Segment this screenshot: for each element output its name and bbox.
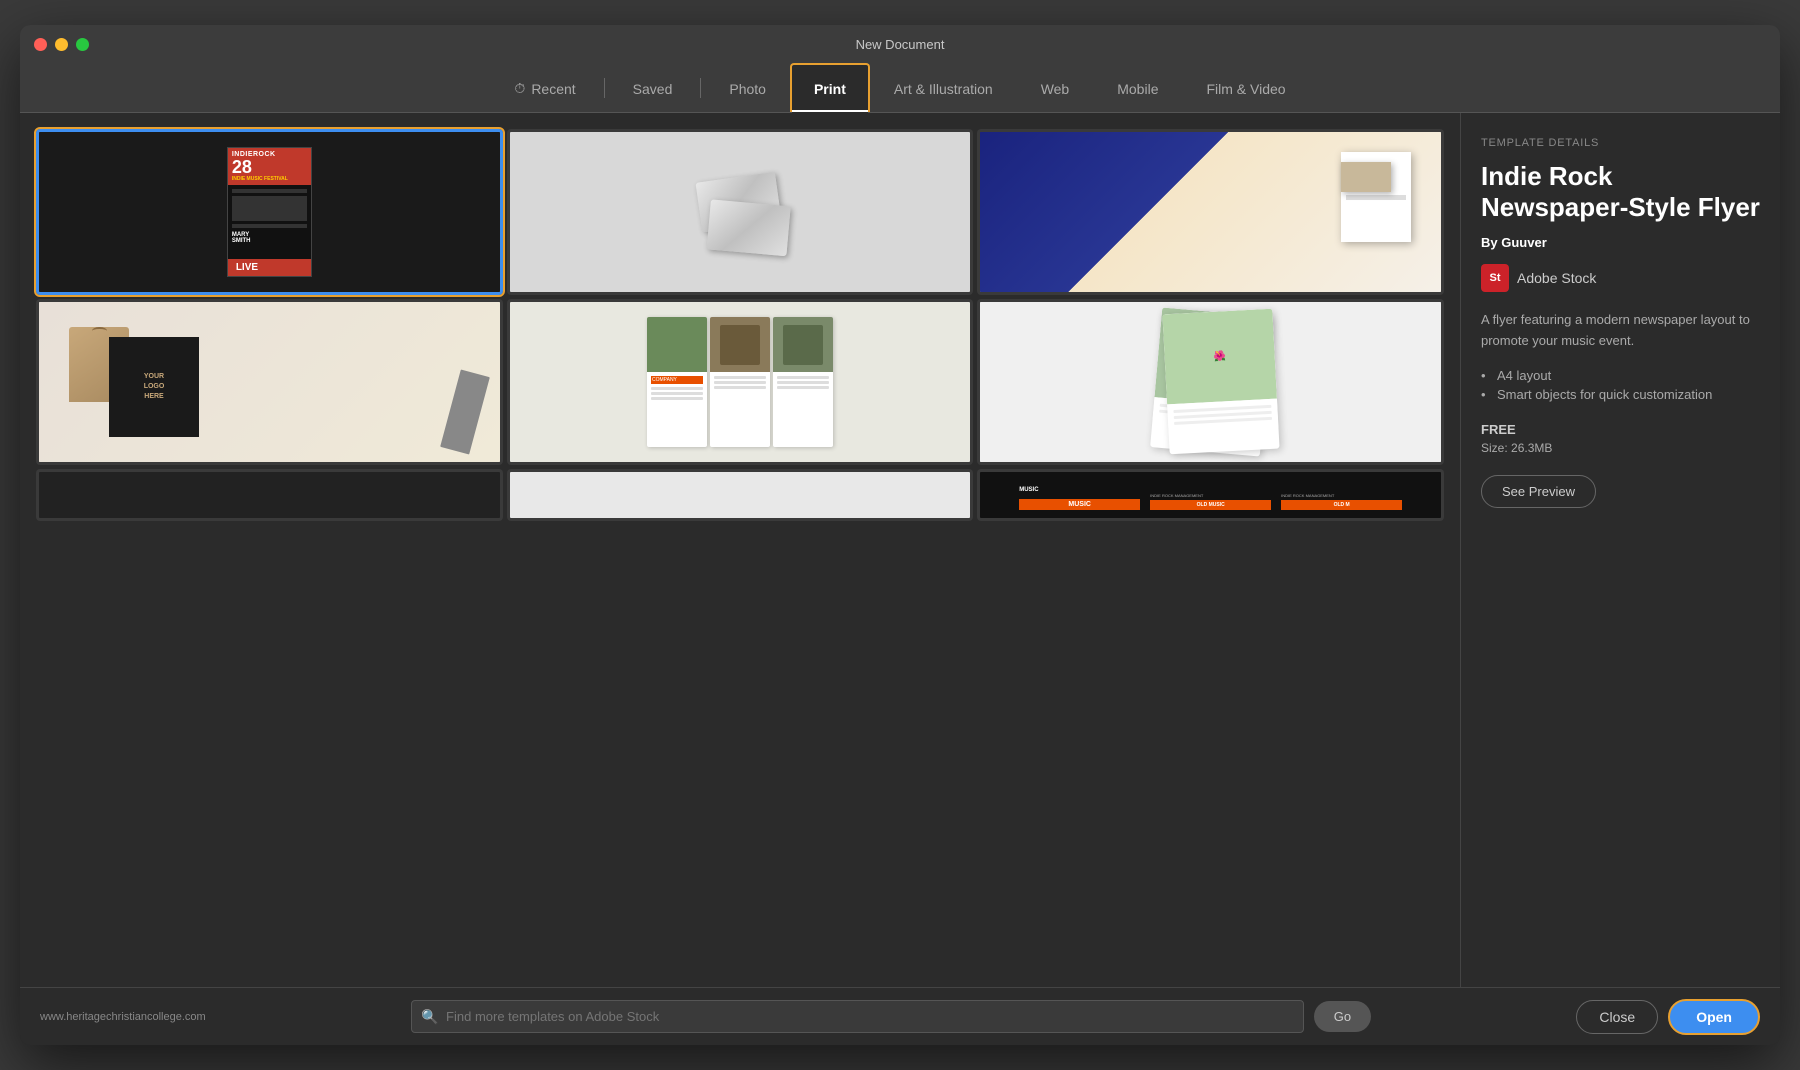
template-marbled[interactable]: Marbled Business Card FREE	[507, 129, 974, 295]
tab-film-video[interactable]: Film & Video	[1182, 63, 1309, 112]
indie-top-band: INDIEROCK 28 INDIE MUSIC FESTIVAL	[228, 148, 311, 185]
tab-divider-2	[700, 78, 701, 98]
template-thumb-indie: INDIEROCK 28 INDIE MUSIC FESTIVAL MARYSM…	[39, 132, 500, 292]
see-preview-button[interactable]: See Preview	[1481, 475, 1596, 508]
open-button[interactable]: Open	[1668, 999, 1760, 1035]
nav-tabs-bar: ⏱ Recent Saved Photo Print Art & Illustr…	[20, 63, 1780, 113]
template-label-bottom3	[980, 518, 1441, 521]
bottom-right-buttons: Close Open	[1576, 999, 1760, 1035]
search-wrapper: 🔍	[411, 1000, 1304, 1033]
template-thumb-stationery	[980, 132, 1441, 292]
go-button[interactable]: Go	[1314, 1001, 1371, 1032]
template-label-retail: Retail Branding Scene Mockup FREE	[39, 462, 500, 465]
template-details-label: TEMPLATE DETAILS	[1481, 137, 1760, 149]
template-author: By Guuver	[1481, 235, 1760, 250]
tab-divider-1	[604, 78, 605, 98]
adobe-stock-label: Adobe Stock	[1517, 270, 1596, 286]
close-button[interactable]: Close	[1576, 1000, 1658, 1034]
template-indie-rock[interactable]: INDIEROCK 28 INDIE MUSIC FESTIVAL MARYSM…	[36, 129, 503, 295]
template-thumb-bottom2	[510, 472, 971, 518]
template-bottom2[interactable]	[507, 469, 974, 521]
marble-card-2	[707, 199, 791, 256]
template-thumb-flamingo: 🌿 🌺	[980, 302, 1441, 462]
template-label-bottom2	[510, 518, 971, 521]
templates-panel: INDIEROCK 28 INDIE MUSIC FESTIVAL MARYSM…	[20, 113, 1460, 987]
clock-icon: ⏱	[514, 80, 525, 97]
template-thumb-trifold: COMPANY	[510, 302, 971, 462]
indie-mid-section: MARYSMITH	[228, 185, 311, 259]
maximize-traffic-light[interactable]	[76, 38, 89, 51]
template-flamingo[interactable]: 🌿 🌺	[977, 299, 1444, 465]
tab-art-illustration[interactable]: Art & Illustration	[870, 63, 1017, 112]
tab-saved[interactable]: Saved	[609, 63, 697, 112]
tab-print[interactable]: Print	[790, 63, 870, 112]
template-label-indie: Indie Rock Newspaper-Style Flyer FREE	[39, 292, 500, 295]
tab-photo[interactable]: Photo	[705, 63, 790, 112]
content-area: INDIEROCK 28 INDIE MUSIC FESTIVAL MARYSM…	[20, 113, 1780, 987]
adobe-stock-badge: St Adobe Stock	[1481, 264, 1760, 292]
music-card-3: INDIE ROCK MANAGEMENT OLD M	[1277, 477, 1406, 514]
music-card-1: MUSIC MUSIC	[1015, 477, 1144, 514]
indie-preview: INDIEROCK 28 INDIE MUSIC FESTIVAL MARYSM…	[227, 147, 312, 277]
minimize-traffic-light[interactable]	[55, 38, 68, 51]
close-traffic-light[interactable]	[34, 38, 47, 51]
details-panel: TEMPLATE DETAILS Indie Rock Newspaper-St…	[1460, 113, 1780, 987]
feature-item-1: A4 layout	[1481, 368, 1760, 383]
search-area: 🔍 Go	[411, 1000, 1371, 1033]
template-label-flamingo: Flamingo Business Card FREE	[980, 462, 1441, 465]
flamingo-card-front: 🌺	[1162, 309, 1279, 455]
template-description: A flyer featuring a modern newspaper lay…	[1481, 310, 1760, 352]
title-bar: New Document	[20, 25, 1780, 63]
music-card-2: INDIE ROCK MANAGEMENT OLD MUSIC	[1146, 477, 1275, 514]
trifold-panel-3	[773, 317, 833, 447]
template-trifold[interactable]: COMPANY	[507, 299, 974, 465]
template-label-marbled: Marbled Business Card FREE	[510, 292, 971, 295]
template-label-trifold: Tri-Fold Brochure FREE	[510, 462, 971, 465]
search-icon: 🔍	[421, 1008, 438, 1025]
template-bottom1[interactable]	[36, 469, 503, 521]
templates-grid: INDIEROCK 28 INDIE MUSIC FESTIVAL MARYSM…	[36, 129, 1444, 521]
template-thumb-bottom1	[39, 472, 500, 518]
trifold-panel-2	[710, 317, 770, 447]
tab-web[interactable]: Web	[1017, 63, 1094, 112]
indie-bottom-live: LIVE	[228, 259, 311, 276]
search-templates-input[interactable]	[411, 1000, 1304, 1033]
template-label-bottom1	[39, 518, 500, 521]
feature-item-2: Smart objects for quick customization	[1481, 387, 1760, 402]
template-thumb-marble	[510, 132, 971, 292]
template-label-stationery: Stationery Branding Scene Mock... FREE	[980, 292, 1441, 295]
template-pricing: FREE	[1481, 422, 1760, 437]
template-stationery[interactable]: Stationery Branding Scene Mock... FREE	[977, 129, 1444, 295]
template-thumb-retail: YOURLOGOHERE	[39, 302, 500, 462]
bottom-bar: www.heritagechristiancollege.com 🔍 Go Cl…	[20, 987, 1780, 1045]
template-retail[interactable]: YOURLOGOHERE Retail Branding Scene Mocku…	[36, 299, 503, 465]
tab-active-underline	[792, 110, 868, 112]
trifold-panel-1: COMPANY	[647, 317, 707, 447]
traffic-lights	[34, 38, 89, 51]
template-size: Size: 26.3MB	[1481, 441, 1760, 455]
tab-mobile[interactable]: Mobile	[1093, 63, 1182, 112]
window-title: New Document	[856, 37, 945, 52]
new-document-window: New Document ⏱ Recent Saved Photo Print …	[20, 25, 1780, 1045]
tab-recent[interactable]: ⏱ Recent	[490, 63, 599, 112]
template-features-list: A4 layout Smart objects for quick custom…	[1481, 368, 1760, 402]
template-details-title: Indie Rock Newspaper-Style Flyer	[1481, 161, 1760, 223]
template-bottom3[interactable]: MUSIC MUSIC INDIE ROCK MANAGEMENT OLD MU…	[977, 469, 1444, 521]
website-label: www.heritagechristiancollege.com	[40, 1011, 206, 1023]
template-thumb-bottom3: MUSIC MUSIC INDIE ROCK MANAGEMENT OLD MU…	[980, 472, 1441, 518]
adobe-stock-icon: St	[1481, 264, 1509, 292]
